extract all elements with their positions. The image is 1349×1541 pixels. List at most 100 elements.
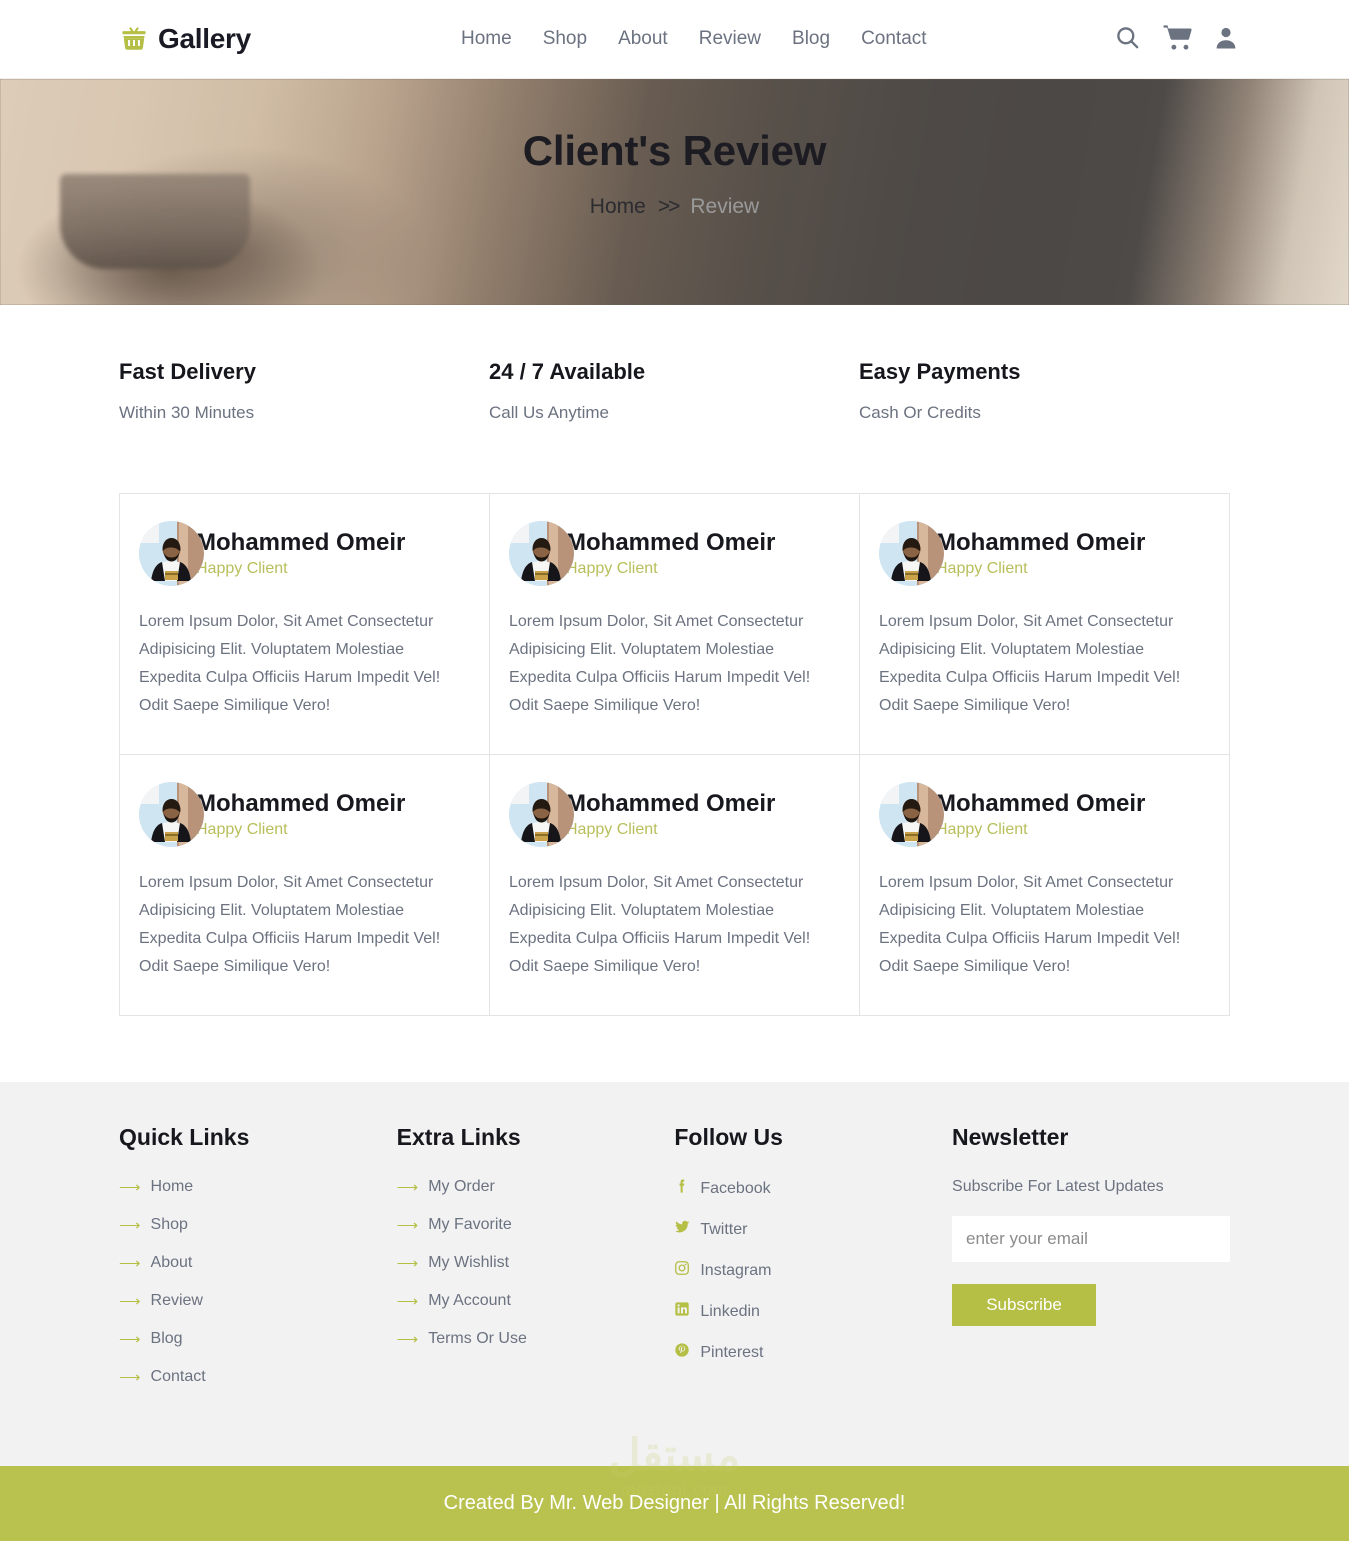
footer-link-instagram[interactable]: Instagram bbox=[674, 1260, 952, 1281]
footer-link-label: Review bbox=[150, 1292, 203, 1309]
review-author-name: Mohammed Omeir bbox=[566, 528, 776, 556]
footer-link-terms-or-use[interactable]: ⟶ Terms Or Use bbox=[397, 1330, 675, 1348]
footer-link-my-account[interactable]: ⟶ My Account bbox=[397, 1292, 675, 1310]
site-footer: Quick Links ⟶ Home ⟶ Shop ⟶ About ⟶ Review ⟶ Blog… bbox=[0, 1082, 1349, 1466]
footer-link-label: Contact bbox=[150, 1368, 206, 1385]
instagram-icon bbox=[674, 1260, 690, 1281]
review-card: Mohammed Omeir Happy Client Lorem Ipsum Do… bbox=[490, 494, 860, 755]
nav-item-review[interactable]: Review bbox=[699, 28, 761, 50]
review-header: Mohammed Omeir Happy Client bbox=[509, 782, 840, 847]
footer-link-contact[interactable]: ⟶ Contact bbox=[119, 1368, 397, 1386]
site-header: Gallery Home Shop About Review Blog Cont… bbox=[0, 0, 1349, 79]
review-author-name: Mohammed Omeir bbox=[196, 789, 406, 817]
avatar bbox=[879, 782, 944, 847]
review-header: Mohammed Omeir Happy Client bbox=[139, 521, 470, 586]
footer-link-my-favorite[interactable]: ⟶ My Favorite bbox=[397, 1216, 675, 1234]
review-author-role: Happy Client bbox=[936, 821, 1028, 839]
facebook-icon bbox=[674, 1178, 690, 1199]
review-author-role: Happy Client bbox=[936, 560, 1028, 578]
footer-link-label: Pinterest bbox=[700, 1343, 764, 1361]
footer-link-blog[interactable]: ⟶ Blog bbox=[119, 1330, 397, 1348]
breadcrumb-separator-icon: >> bbox=[657, 195, 680, 218]
nav-item-shop[interactable]: Shop bbox=[543, 28, 587, 50]
review-text: Lorem Ipsum Dolor, Sit Amet Consectetur … bbox=[509, 613, 811, 714]
credit-text: Created By Mr. Web Designer | All Rights… bbox=[443, 1492, 906, 1514]
nav-item-blog[interactable]: Blog bbox=[792, 28, 830, 50]
footer-column-title: Extra Links bbox=[396, 1124, 521, 1150]
footer-quick-links: Quick Links ⟶ Home ⟶ Shop ⟶ About ⟶ Review ⟶ Blog… bbox=[119, 1124, 397, 1406]
search-icon[interactable] bbox=[1114, 24, 1141, 51]
footer-link-label: My Wishlist bbox=[428, 1254, 510, 1271]
site-logo[interactable]: Gallery bbox=[119, 23, 251, 55]
review-card: Mohammed Omeir Happy Client Lorem Ipsum Do… bbox=[120, 755, 490, 1016]
reviews-section: Mohammed Omeir Happy Client Lorem Ipsum Do… bbox=[0, 423, 1349, 1082]
footer-link-facebook[interactable]: Facebook bbox=[674, 1178, 952, 1199]
arrow-right-icon: ⟶ bbox=[396, 1330, 419, 1348]
footer-link-about[interactable]: ⟶ About bbox=[119, 1254, 397, 1272]
review-author-name: Mohammed Omeir bbox=[936, 789, 1146, 817]
footer-link-my-order[interactable]: ⟶ My Order bbox=[397, 1178, 675, 1196]
footer-link-label: Blog bbox=[150, 1330, 183, 1347]
breadcrumb-home[interactable]: Home bbox=[590, 195, 646, 219]
breadcrumb: Home >> Review bbox=[590, 195, 759, 219]
review-text: Lorem Ipsum Dolor, Sit Amet Consectetur … bbox=[879, 874, 1181, 975]
footer-link-label: My Order bbox=[428, 1178, 495, 1195]
review-author-name: Mohammed Omeir bbox=[936, 528, 1146, 556]
arrow-right-icon: ⟶ bbox=[396, 1254, 419, 1272]
footer-link-shop[interactable]: ⟶ Shop bbox=[119, 1216, 397, 1234]
avatar bbox=[879, 521, 944, 586]
footer-link-home[interactable]: ⟶ Home bbox=[119, 1178, 397, 1196]
avatar bbox=[509, 521, 574, 586]
newsletter-subtitle: Subscribe For Latest Updates bbox=[952, 1178, 1164, 1195]
review-card: Mohammed Omeir Happy Client Lorem Ipsum Do… bbox=[860, 494, 1230, 755]
email-field[interactable] bbox=[952, 1216, 1231, 1262]
footer-link-label: My Account bbox=[428, 1292, 511, 1309]
footer-link-my-wishlist[interactable]: ⟶ My Wishlist bbox=[397, 1254, 675, 1272]
review-text: Lorem Ipsum Dolor, Sit Amet Consectetur … bbox=[139, 874, 441, 975]
nav-item-contact[interactable]: Contact bbox=[861, 28, 926, 50]
review-author-name: Mohammed Omeir bbox=[196, 528, 406, 556]
arrow-right-icon: ⟶ bbox=[119, 1330, 141, 1348]
footer-link-label: Twitter bbox=[700, 1220, 748, 1238]
review-header: Mohammed Omeir Happy Client bbox=[139, 782, 470, 847]
review-header: Mohammed Omeir Happy Client bbox=[509, 521, 840, 586]
nav-item-about[interactable]: About bbox=[618, 28, 668, 50]
footer-link-label: My Favorite bbox=[428, 1216, 512, 1233]
feature-subtitle: Cash Or Credits bbox=[859, 403, 981, 422]
main-navigation: Home Shop About Review Blog Contact bbox=[461, 28, 927, 50]
footer-link-label: Linkedin bbox=[700, 1302, 760, 1320]
avatar bbox=[139, 521, 204, 586]
breadcrumb-current: Review bbox=[690, 195, 760, 218]
reviews-grid: Mohammed Omeir Happy Client Lorem Ipsum Do… bbox=[119, 493, 1230, 1016]
footer-link-label: Home bbox=[150, 1178, 194, 1195]
shopping-basket-icon bbox=[119, 25, 149, 53]
twitter-icon bbox=[674, 1219, 690, 1240]
nav-item-home[interactable]: Home bbox=[461, 28, 512, 50]
footer-link-label: Terms Or Use bbox=[428, 1330, 527, 1347]
review-author-role: Happy Client bbox=[566, 821, 658, 839]
footer-column-title: Follow Us bbox=[674, 1124, 783, 1150]
footer-link-twitter[interactable]: Twitter bbox=[674, 1219, 952, 1240]
subscribe-button[interactable]: Subscribe bbox=[952, 1284, 1097, 1326]
footer-link-review[interactable]: ⟶ Review bbox=[119, 1292, 397, 1310]
cart-icon[interactable] bbox=[1163, 24, 1192, 51]
user-icon[interactable] bbox=[1214, 24, 1238, 51]
review-author-name: Mohammed Omeir bbox=[566, 789, 776, 817]
arrow-right-icon: ⟶ bbox=[119, 1254, 141, 1272]
pinterest-icon bbox=[674, 1342, 690, 1363]
review-header: Mohammed Omeir Happy Client bbox=[879, 782, 1210, 847]
footer-newsletter: Newsletter Subscribe For Latest Updates … bbox=[952, 1124, 1231, 1406]
review-text: Lorem Ipsum Dolor, Sit Amet Consectetur … bbox=[509, 874, 811, 975]
features-row: Fast Delivery Within 30 Minutes 24 / 7 A… bbox=[0, 305, 1349, 423]
footer-link-label: Facebook bbox=[700, 1179, 771, 1197]
feature-title: 24 / 7 Available bbox=[489, 359, 646, 384]
feature-availability: 24 / 7 Available Call Us Anytime bbox=[489, 359, 859, 423]
review-author-role: Happy Client bbox=[566, 560, 658, 578]
arrow-right-icon: ⟶ bbox=[396, 1178, 419, 1196]
feature-title: Fast Delivery bbox=[119, 359, 256, 384]
arrow-right-icon: ⟶ bbox=[396, 1216, 419, 1234]
credit-bar: مستقل mostaql.com Created By Mr. Web Des… bbox=[0, 1434, 1349, 1541]
review-text: Lorem Ipsum Dolor, Sit Amet Consectetur … bbox=[879, 613, 1181, 714]
footer-link-pinterest[interactable]: Pinterest bbox=[674, 1342, 952, 1363]
footer-link-linkedin[interactable]: Linkedin bbox=[674, 1301, 952, 1322]
